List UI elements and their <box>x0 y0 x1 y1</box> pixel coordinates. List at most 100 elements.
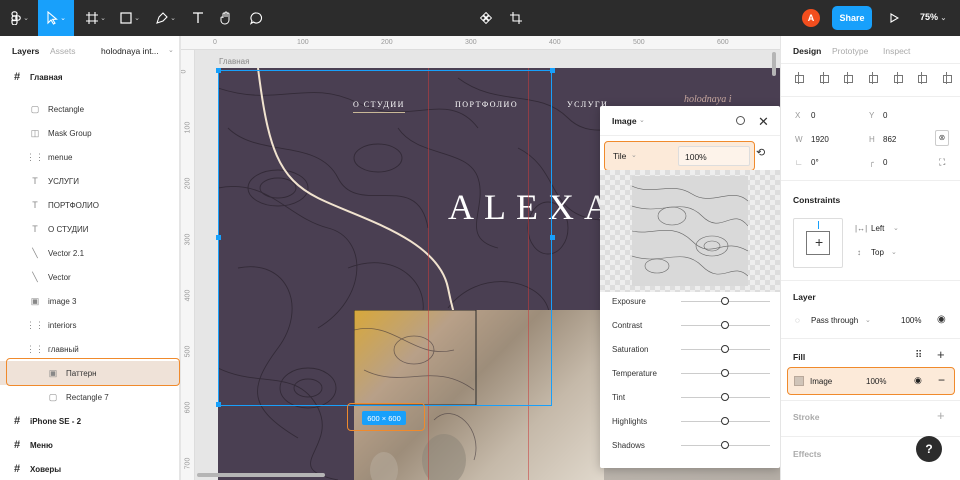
layer-item[interactable]: T УСЛУГИ <box>0 169 180 193</box>
chevron-down-icon[interactable]: ⌄ <box>639 116 645 124</box>
resize-handle[interactable] <box>216 402 221 407</box>
pen-tool-button[interactable]: ⌄ <box>150 0 182 36</box>
layer-item[interactable]: T ПОРТФОЛИО <box>0 193 180 217</box>
layer-opacity-input[interactable]: 100% <box>901 316 921 325</box>
layer-item[interactable]: ╲ Vector 2.1 <box>0 241 180 265</box>
tab-prototype[interactable]: Prototype <box>832 46 868 56</box>
resize-handle[interactable] <box>550 235 555 240</box>
adjustment-slider-knob[interactable] <box>721 345 729 353</box>
fill-opacity-input[interactable]: 100% <box>866 377 886 386</box>
layer-page-item[interactable]: # Главная <box>0 65 180 89</box>
frame-label[interactable]: Главная <box>219 57 249 66</box>
layer-page-item[interactable]: # Ховеры <box>0 457 180 480</box>
corner-radius-input[interactable]: 0 <box>883 158 887 167</box>
layer-item[interactable]: ◫ Mask Group <box>0 121 180 145</box>
independent-corners-icon[interactable]: ⛶ <box>939 157 945 168</box>
text-tool-button[interactable] <box>186 0 210 36</box>
vertical-constraint-select[interactable]: Top <box>871 248 884 257</box>
image-fill-swatch[interactable] <box>794 376 804 386</box>
components-button[interactable] <box>476 0 496 36</box>
image-mode-select[interactable]: Tile <box>613 151 626 161</box>
align-center-horizontal-icon[interactable] <box>818 72 830 84</box>
tab-inspect[interactable]: Inspect <box>883 46 910 56</box>
align-right-icon[interactable] <box>842 72 854 84</box>
adjustment-slider-knob[interactable] <box>721 321 729 329</box>
layer-page-item[interactable]: # Меню <box>0 433 180 457</box>
style-icon[interactable] <box>736 116 745 125</box>
pattern-preview[interactable] <box>600 170 780 292</box>
distribute-icon[interactable] <box>941 72 953 84</box>
layer-item[interactable]: ╲ Vector <box>0 265 180 289</box>
close-icon[interactable]: ✕ <box>758 114 769 130</box>
layer-item[interactable]: ▣ image 3 <box>0 289 180 313</box>
x-input[interactable]: 0 <box>811 111 815 120</box>
align-center-vertical-icon[interactable] <box>892 72 904 84</box>
frame-tool-button[interactable]: ⌄ <box>80 0 112 36</box>
help-button[interactable]: ? <box>916 436 942 462</box>
main-menu-button[interactable]: ⌄ <box>4 0 36 36</box>
horizontal-scrollbar[interactable] <box>197 473 325 477</box>
tab-layers[interactable]: Layers <box>12 46 39 56</box>
share-button[interactable]: Share <box>832 6 872 30</box>
tab-design[interactable]: Design <box>793 46 821 56</box>
adjustment-slider-knob[interactable] <box>721 393 729 401</box>
resize-handle[interactable] <box>216 235 221 240</box>
eye-icon[interactable]: ◉ <box>914 375 922 386</box>
width-input[interactable]: 1920 <box>811 135 829 144</box>
adjustment-slider-knob[interactable] <box>721 441 729 449</box>
zoom-level[interactable]: 75% ⌄ <box>920 12 946 22</box>
adjustment-label: Highlights <box>612 417 648 426</box>
blend-mode-select[interactable]: Pass through <box>811 316 858 325</box>
rotate-icon[interactable]: ⟲ <box>756 146 765 159</box>
chevron-down-icon[interactable]: ⌄ <box>865 316 871 324</box>
tab-assets[interactable]: Assets <box>50 46 76 56</box>
adjustment-slider-knob[interactable] <box>721 417 729 425</box>
chevron-down-icon[interactable]: ⌄ <box>631 151 637 159</box>
popover-title[interactable]: Image <box>612 116 637 126</box>
add-fill-icon[interactable]: + <box>937 347 945 362</box>
adjustment-slider-knob[interactable] <box>721 369 729 377</box>
shape-tool-button[interactable]: ⌄ <box>114 0 146 36</box>
eye-icon[interactable]: ◉ <box>937 314 946 325</box>
file-name[interactable]: holodnaya int... <box>101 46 159 56</box>
present-button[interactable] <box>884 0 904 36</box>
align-bottom-icon[interactable] <box>916 72 928 84</box>
fill-row[interactable]: Image 100% ◉ − <box>787 367 955 395</box>
style-grid-icon[interactable]: ⠿ <box>915 350 922 361</box>
tile-scale-input[interactable]: 100% <box>678 146 750 166</box>
zoom-value: 75% <box>920 12 939 22</box>
layer-item[interactable]: ▢ Rectangle 7 <box>0 385 180 409</box>
align-left-icon[interactable] <box>793 72 805 84</box>
align-top-icon[interactable] <box>867 72 879 84</box>
ruler-tick: 200 <box>184 177 192 190</box>
horizontal-constraint-select[interactable]: Left <box>871 224 884 233</box>
constraints-widget[interactable]: + <box>793 218 843 268</box>
comment-tool-button[interactable] <box>244 0 268 36</box>
layer-item[interactable]: ⋮⋮ interiors <box>0 313 180 337</box>
resize-handle[interactable] <box>216 68 221 73</box>
rotation-input[interactable]: 0° <box>811 158 819 167</box>
adjustment-slider-knob[interactable] <box>721 297 729 305</box>
topo-thumbnail <box>631 185 749 277</box>
layer-page-item[interactable]: # iPhone SE - 2 <box>0 409 180 433</box>
vertical-scrollbar[interactable] <box>772 52 776 76</box>
height-input[interactable]: 862 <box>883 135 896 144</box>
avatar[interactable]: A <box>802 9 820 27</box>
remove-fill-icon[interactable]: − <box>938 373 945 387</box>
y-input[interactable]: 0 <box>883 111 887 120</box>
chevron-down-icon[interactable]: ⌄ <box>168 46 174 54</box>
chevron-down-icon[interactable]: ⌄ <box>891 248 897 256</box>
resize-handle[interactable] <box>550 68 555 73</box>
crop-button[interactable] <box>506 0 526 36</box>
move-tool-button[interactable]: ⌄ <box>38 0 74 36</box>
corner-radius-icon: ╭ <box>869 158 874 167</box>
constrain-proportions-icon[interactable]: ⊗ <box>935 130 949 146</box>
add-stroke-icon[interactable]: + <box>937 408 945 423</box>
constraint-top-indicator[interactable] <box>818 221 819 229</box>
layer-item[interactable]: T О СТУДИИ <box>0 217 180 241</box>
hand-tool-button[interactable] <box>214 0 238 36</box>
chevron-down-icon[interactable]: ⌄ <box>893 224 899 232</box>
layer-item[interactable]: ⋮⋮ menue <box>0 145 180 169</box>
fill-type-label[interactable]: Image <box>810 377 832 386</box>
layer-item[interactable]: ▢ Rectangle <box>0 97 180 121</box>
